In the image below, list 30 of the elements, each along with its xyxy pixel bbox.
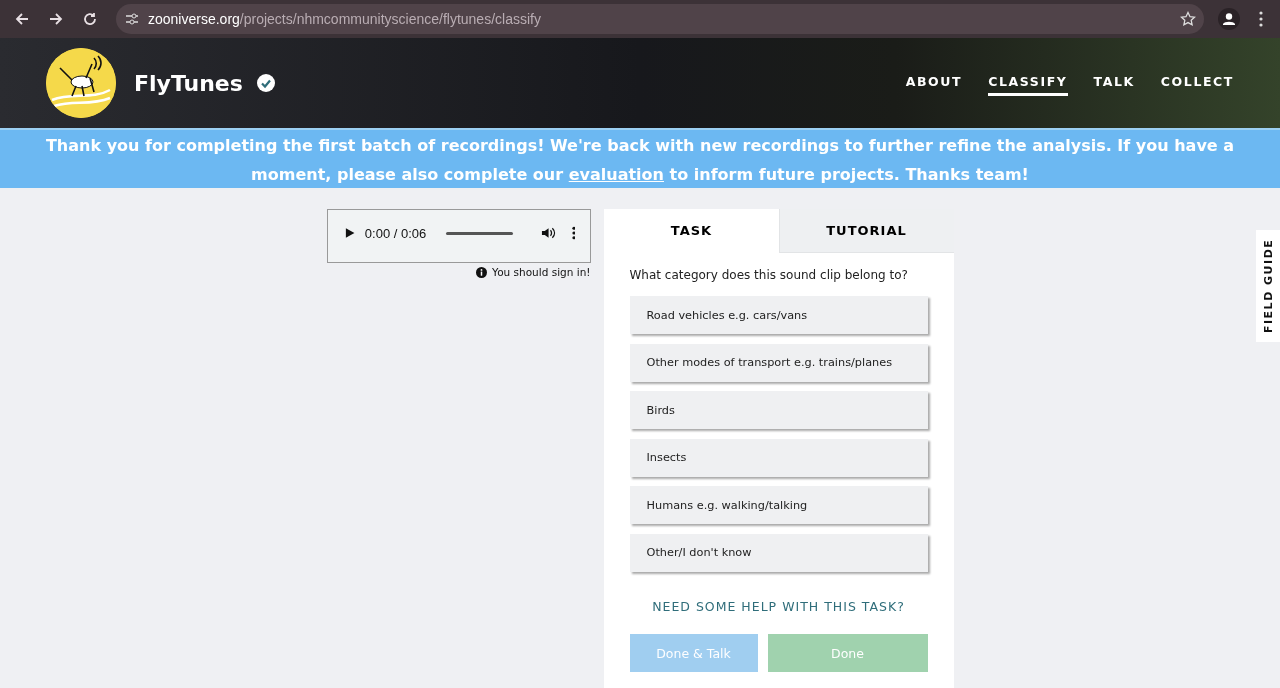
url-text: zooniverse.org/projects/nhmcommunityscience/flytunes/classify [148,11,542,27]
address-bar[interactable]: zooniverse.org/projects/nhmcommunityscience/flytunes/classify [116,4,1204,34]
nav-link[interactable]: TALK [1093,70,1135,96]
star-icon[interactable] [1180,11,1196,27]
profile-icon[interactable] [1218,8,1240,30]
site-settings-icon[interactable] [124,11,140,27]
answer-option[interactable]: Humans e.g. walking/talking [629,486,928,524]
cricket-logo[interactable] [46,48,116,118]
answer-option[interactable]: Other/I don't know [629,533,928,572]
answer-option[interactable]: Road vehicles e.g. cars/vans [629,296,928,334]
volume-icon[interactable] [540,226,556,240]
help-link[interactable]: NEED SOME HELP WITH THIS TASK? [629,599,928,614]
nav-link[interactable]: CLASSIFY [988,70,1068,96]
play-icon[interactable] [343,227,355,239]
sign-in-note: You should sign in! [492,266,591,278]
announcement-text: Thank you for completing the first batch of recordings! We're back with new recordings to further refine the analysis. If you have a moment, please also complete our evaluation to inform future projects. Thanks team! [44,135,1236,186]
info-icon [476,266,488,278]
more-options-icon[interactable] [571,226,576,240]
playback-time: 0:00 / 0:06 [364,225,427,241]
seek-bar[interactable] [446,231,513,235]
panel-tab[interactable]: TUTORIAL [778,209,954,253]
project-title: FlyTunes [134,70,243,96]
answer-option[interactable]: Insects [629,438,928,477]
task-question: What category does this sound clip belong to? [629,268,909,282]
field-guide-tab[interactable]: FIELD GUIDE [1256,230,1280,342]
audio-player[interactable]: 0:00 / 0:06 [326,209,591,263]
nav-link[interactable]: ABOUT [905,70,963,96]
answer-option[interactable]: Other modes of transport e.g. trains/planes [629,343,928,382]
nav-link[interactable]: COLLECT [1160,70,1234,96]
answer-option[interactable]: Birds [629,391,928,429]
